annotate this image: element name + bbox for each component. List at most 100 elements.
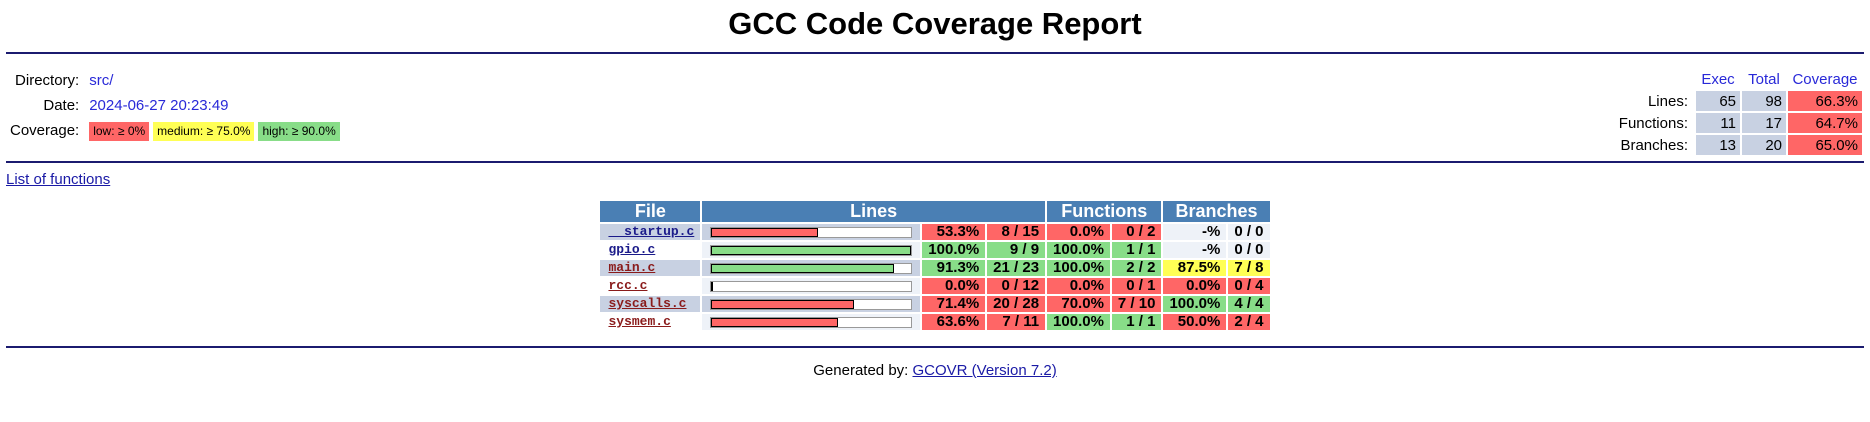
branches-ratio: 0 / 0 [1228, 224, 1270, 240]
lines-percent: 63.6% [922, 314, 986, 330]
coverage-legend: low: ≥ 0% medium: ≥ 75.0% high: ≥ 90.0% [87, 119, 346, 142]
table-row: gpio.c 100.0% 9 / 9 100.0% 1 / 1 -% 0 / 0 [600, 242, 1270, 258]
col-lines[interactable]: Lines [702, 201, 1046, 222]
functions-percent: 70.0% [1047, 296, 1110, 312]
functions-percent: 100.0% [1047, 314, 1110, 330]
branches-percent: 100.0% [1163, 296, 1227, 312]
summary-total: 17 [1742, 113, 1786, 133]
coverage-bar-track [710, 298, 913, 310]
functions-ratio: 0 / 2 [1111, 224, 1162, 240]
functions-ratio: 0 / 1 [1111, 278, 1162, 294]
coverage-bar-fill [711, 245, 912, 255]
coverage-bar-track [710, 262, 913, 274]
table-row: rcc.c 0.0% 0 / 12 0.0% 0 / 1 0.0% 0 / 4 [600, 278, 1270, 294]
branches-percent: -% [1163, 224, 1227, 240]
date-label: Date: [43, 96, 80, 114]
col-branches[interactable]: Branches [1163, 201, 1270, 222]
functions-percent: 0.0% [1047, 278, 1110, 294]
coverage-bar-track [710, 244, 913, 256]
coverage-bar [702, 224, 921, 240]
lines-percent: 0.0% [922, 278, 986, 294]
coverage-bar-track [710, 280, 913, 292]
lines-ratio: 7 / 11 [987, 314, 1046, 330]
summary-table: Exec Total Coverage Lines: 65 98 66.3% F… [1613, 67, 1864, 157]
lines-ratio: 9 / 9 [987, 242, 1046, 258]
summary-coverage: 65.0% [1788, 135, 1862, 155]
legend-low: low: ≥ 0% [89, 121, 150, 141]
report-info: Directory: src/ Date: 2024-06-27 20:23:4… [6, 67, 348, 144]
coverage-bar-fill [711, 263, 894, 273]
header-exec: Exec [1701, 70, 1735, 88]
coverage-bar [702, 242, 921, 258]
coverage-bar [702, 314, 921, 330]
functions-percent: 100.0% [1047, 242, 1110, 258]
file-link[interactable]: rcc.c [600, 278, 700, 294]
page-title: GCC Code Coverage Report [728, 6, 1142, 41]
lines-percent: 91.3% [922, 260, 986, 276]
directory-value: src/ [89, 71, 114, 89]
list-of-functions-link[interactable]: List of functions [6, 171, 1870, 193]
functions-ratio: 1 / 1 [1111, 242, 1162, 258]
branches-percent: -% [1163, 242, 1227, 258]
functions-ratio: 1 / 1 [1111, 314, 1162, 330]
branches-percent: 0.0% [1163, 278, 1227, 294]
table-row: sysmem.c 63.6% 7 / 11 100.0% 1 / 1 50.0% 2 / 4 [600, 314, 1270, 330]
lines-ratio: 20 / 28 [987, 296, 1046, 312]
branches-percent: 87.5% [1163, 260, 1227, 276]
legend-high: high: ≥ 90.0% [258, 121, 340, 141]
functions-ratio: 2 / 2 [1111, 260, 1162, 276]
summary-row-branches: Branches: 13 20 65.0% [1615, 135, 1862, 155]
branches-ratio: 4 / 4 [1228, 296, 1270, 312]
functions-ratio: 7 / 10 [1111, 296, 1162, 312]
coverage-bar-fill [711, 227, 818, 237]
divider [6, 346, 1864, 348]
branches-ratio: 7 / 8 [1228, 260, 1270, 276]
directory-label: Directory: [15, 71, 80, 89]
footer: Generated by: GCOVR (Version 7.2) [0, 362, 1870, 379]
divider [6, 161, 1864, 163]
coverage-bar-fill [711, 281, 714, 291]
summary-coverage: 64.7% [1788, 113, 1862, 133]
coverage-bar [702, 296, 921, 312]
coverage-bar-fill [711, 299, 855, 309]
summary-exec: 13 [1696, 135, 1740, 155]
lines-percent: 53.3% [922, 224, 986, 240]
header-coverage: Coverage [1792, 70, 1858, 88]
branches-ratio: 0 / 4 [1228, 278, 1270, 294]
summary-coverage: 66.3% [1788, 91, 1862, 111]
file-link[interactable]: main.c [600, 260, 701, 276]
coverage-bar-track [710, 316, 913, 328]
col-file[interactable]: File [600, 201, 701, 222]
summary-exec: 65 [1696, 91, 1740, 111]
file-coverage-table: File Lines Functions Branches __startup.… [598, 199, 1271, 332]
branches-ratio: 0 / 0 [1228, 242, 1270, 258]
summary-total: 98 [1742, 91, 1786, 111]
col-functions[interactable]: Functions [1047, 201, 1162, 222]
file-link[interactable]: __startup.c [600, 224, 701, 240]
lines-percent: 71.4% [922, 296, 986, 312]
branches-ratio: 2 / 4 [1228, 314, 1270, 330]
functions-percent: 0.0% [1047, 224, 1110, 240]
functions-percent: 100.0% [1047, 260, 1110, 276]
lines-ratio: 8 / 15 [987, 224, 1046, 240]
coverage-label: Coverage: [10, 121, 80, 139]
file-link[interactable]: syscalls.c [600, 296, 701, 312]
coverage-bar-track [710, 226, 913, 238]
table-row: __startup.c 53.3% 8 / 15 0.0% 0 / 2 -% 0 / 0 [600, 224, 1270, 240]
summary-row-lines: Lines: 65 98 66.3% [1615, 91, 1862, 111]
date-value: 2024-06-27 20:23:49 [89, 96, 229, 114]
legend-medium: medium: ≥ 75.0% [153, 121, 255, 141]
coverage-bar [702, 260, 921, 276]
branches-percent: 50.0% [1163, 314, 1227, 330]
table-row: main.c 91.3% 21 / 23 100.0% 2 / 2 87.5% 7 / 8 [600, 260, 1270, 276]
file-link[interactable]: sysmem.c [600, 314, 700, 330]
summary-exec: 11 [1696, 113, 1740, 133]
lines-percent: 100.0% [922, 242, 986, 258]
coverage-bar-fill [711, 317, 839, 327]
footer-prefix: Generated by: [813, 362, 913, 379]
summary-label: Lines: [1647, 92, 1688, 110]
file-link[interactable]: gpio.c [600, 242, 700, 258]
lines-ratio: 21 / 23 [987, 260, 1046, 276]
gcovr-link[interactable]: GCOVR (Version 7.2) [913, 362, 1057, 379]
summary-total: 20 [1742, 135, 1786, 155]
